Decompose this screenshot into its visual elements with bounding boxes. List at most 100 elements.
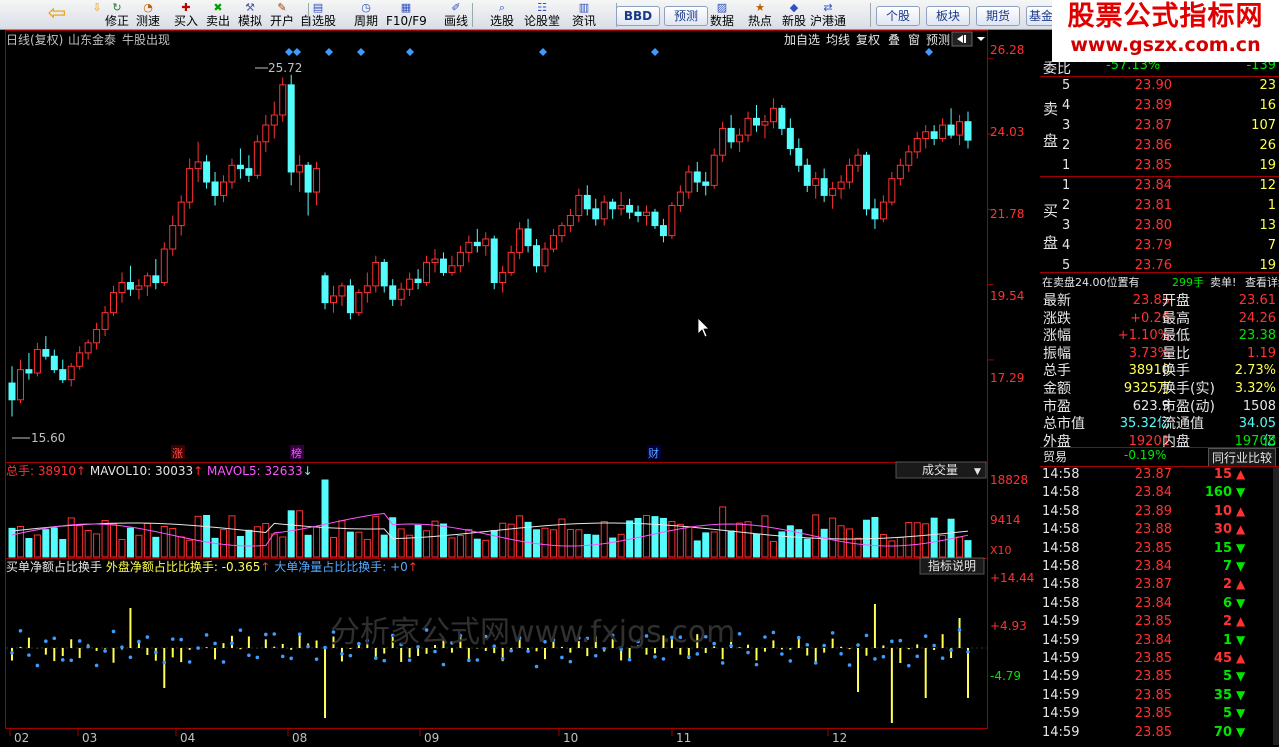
toolbar-label: 沪港通: [809, 14, 846, 28]
volume-bar: [76, 525, 84, 558]
arrow-up-icon: ▲: [1236, 577, 1246, 592]
order-alert-tail: 卖单!: [1210, 276, 1237, 289]
indicator-dot: [856, 643, 860, 647]
stat-value-1: +0.26: [1130, 310, 1170, 326]
candle-body: [905, 151, 913, 166]
toolbar-label: 测速: [135, 14, 160, 28]
toolbar-tab-3[interactable]: 板块: [926, 6, 970, 26]
stat-label-1: 涨跌: [1043, 310, 1071, 327]
volume-bar: [287, 510, 295, 558]
volume-bar: [761, 515, 769, 558]
candle-body: [896, 164, 904, 180]
event-marker-bang[interactable]: 榜: [291, 446, 302, 460]
candle-body: [389, 285, 397, 300]
tick-price: 23.85: [1134, 540, 1172, 556]
volume-bar: [346, 531, 354, 558]
kline-chart-area[interactable]: 日线(复权) 山东金泰 牛股出现 加自选 均线 复权叠窗预测 25.72 15.60…: [0, 30, 1040, 747]
indicator-dot: [382, 658, 387, 663]
svg-text:24.03: 24.03: [990, 125, 1024, 139]
volume-bar: [888, 540, 896, 558]
volume-bar: [609, 537, 617, 558]
volume-bar: [431, 520, 439, 558]
tick-time: 14:59: [1042, 614, 1080, 630]
candle-body: [719, 127, 727, 156]
volume-bar: [389, 517, 397, 558]
buy-price-2: 23.81: [1134, 198, 1172, 213]
toolbar-tab-0[interactable]: BBD: [616, 6, 660, 26]
sell-level-2: 2: [1062, 138, 1071, 153]
volume-bar: [152, 536, 160, 558]
volume-bar: [270, 533, 278, 558]
candle-body: [862, 154, 870, 210]
toolbar-watchlist-button[interactable]: ▤ 自选股: [298, 0, 338, 30]
toolbar-f10-button[interactable]: ▦ F10/F9: [386, 0, 427, 30]
indicator-dot: [255, 655, 260, 660]
event-marker-zhang[interactable]: 涨: [172, 447, 183, 460]
volume-bar: [964, 540, 972, 558]
candle-body: [702, 181, 710, 186]
volume-bar: [211, 537, 219, 558]
toolbar-hk-button[interactable]: ⇄ 沪港通: [808, 0, 848, 30]
toolbar-draw-button[interactable]: ✐ 画线: [436, 0, 476, 30]
toolbar-account-button[interactable]: ✎ 开户: [262, 0, 302, 30]
tick-time: 14:59: [1042, 724, 1080, 740]
svg-text:9414: 9414: [990, 513, 1021, 527]
toolbar-speed-button[interactable]: ◔ 测速: [128, 0, 168, 30]
arrow-up-icon: ▲: [1236, 614, 1246, 629]
toolbar-data-button[interactable]: ▨ 数据: [702, 0, 742, 30]
toolbar-tab-2[interactable]: 个股: [876, 6, 920, 26]
indicator-dot: [103, 649, 107, 653]
volume-bar: [685, 526, 693, 558]
tick-volume: 45: [1213, 651, 1232, 666]
indicator-dot: [627, 657, 632, 662]
chart-btn-0[interactable]: 加自选: [784, 33, 820, 47]
stat-value-7: 35.32亿: [1119, 416, 1170, 432]
chart-btn-2[interactable]: 复权: [856, 33, 880, 47]
volume-bar: [169, 527, 177, 558]
indicator-dot: [94, 663, 99, 668]
indicator-dot: [754, 662, 759, 667]
tick-time: 14:59: [1042, 669, 1080, 685]
volume-bar: [854, 537, 862, 558]
chart-btn-5[interactable]: 预测: [926, 33, 950, 47]
indicator-dot: [170, 637, 175, 641]
toolbar-period-button[interactable]: ◷ 周期: [346, 0, 386, 30]
volume-bar: [304, 534, 312, 558]
volume-bar: [228, 515, 236, 558]
toolbar-pick-button[interactable]: ⌕ 选股: [482, 0, 522, 30]
peer-compare-button[interactable]: 同行业比较: [1208, 448, 1277, 467]
volume-bar: [829, 517, 837, 558]
candle-body: [541, 248, 549, 267]
tick-list-scrollbar[interactable]: [1273, 467, 1279, 745]
order-alert-link[interactable]: 查看详细: [1245, 274, 1279, 290]
volume-bar: [702, 532, 710, 558]
volume-bar: [930, 517, 938, 558]
event-marker-cai[interactable]: 财: [648, 446, 659, 460]
stat-value2-5: 3.32%: [1234, 381, 1276, 396]
chart-btn-1[interactable]: 均线: [826, 33, 850, 47]
buy-side-label: 盘: [1043, 234, 1059, 252]
candle-body: [329, 295, 337, 304]
candle-body: [110, 292, 118, 314]
volume-bar: [296, 510, 304, 558]
volume-bar: [541, 527, 549, 558]
toolbar-forum-button[interactable]: ☷ 论股堂: [522, 0, 562, 30]
hk-icon: ⇄: [823, 1, 833, 14]
back-arrow-icon[interactable]: ⇦: [42, 0, 72, 30]
toolbar-tab-4[interactable]: 期货: [976, 6, 1020, 26]
toolbar-news-button[interactable]: ▥ 资讯: [564, 0, 604, 30]
chart-btn-4[interactable]: 窗: [908, 33, 920, 47]
candle-body: [42, 349, 50, 357]
indicator-dot: [35, 663, 40, 668]
tick-volume: 35: [1213, 687, 1232, 703]
candle-body: [177, 201, 185, 227]
volume-bar: [617, 533, 625, 558]
stat-value2-6: 1508: [1242, 398, 1276, 414]
chart-btn-3[interactable]: 叠: [888, 33, 900, 47]
arrow-up-icon: ▲: [1236, 651, 1246, 665]
toolbar-tab-1[interactable]: 预测: [664, 6, 708, 26]
buy-qty-5: 19: [1259, 258, 1276, 273]
volume-bar: [820, 528, 828, 558]
candle-body: [313, 168, 321, 193]
indicator-dot: [314, 657, 319, 661]
